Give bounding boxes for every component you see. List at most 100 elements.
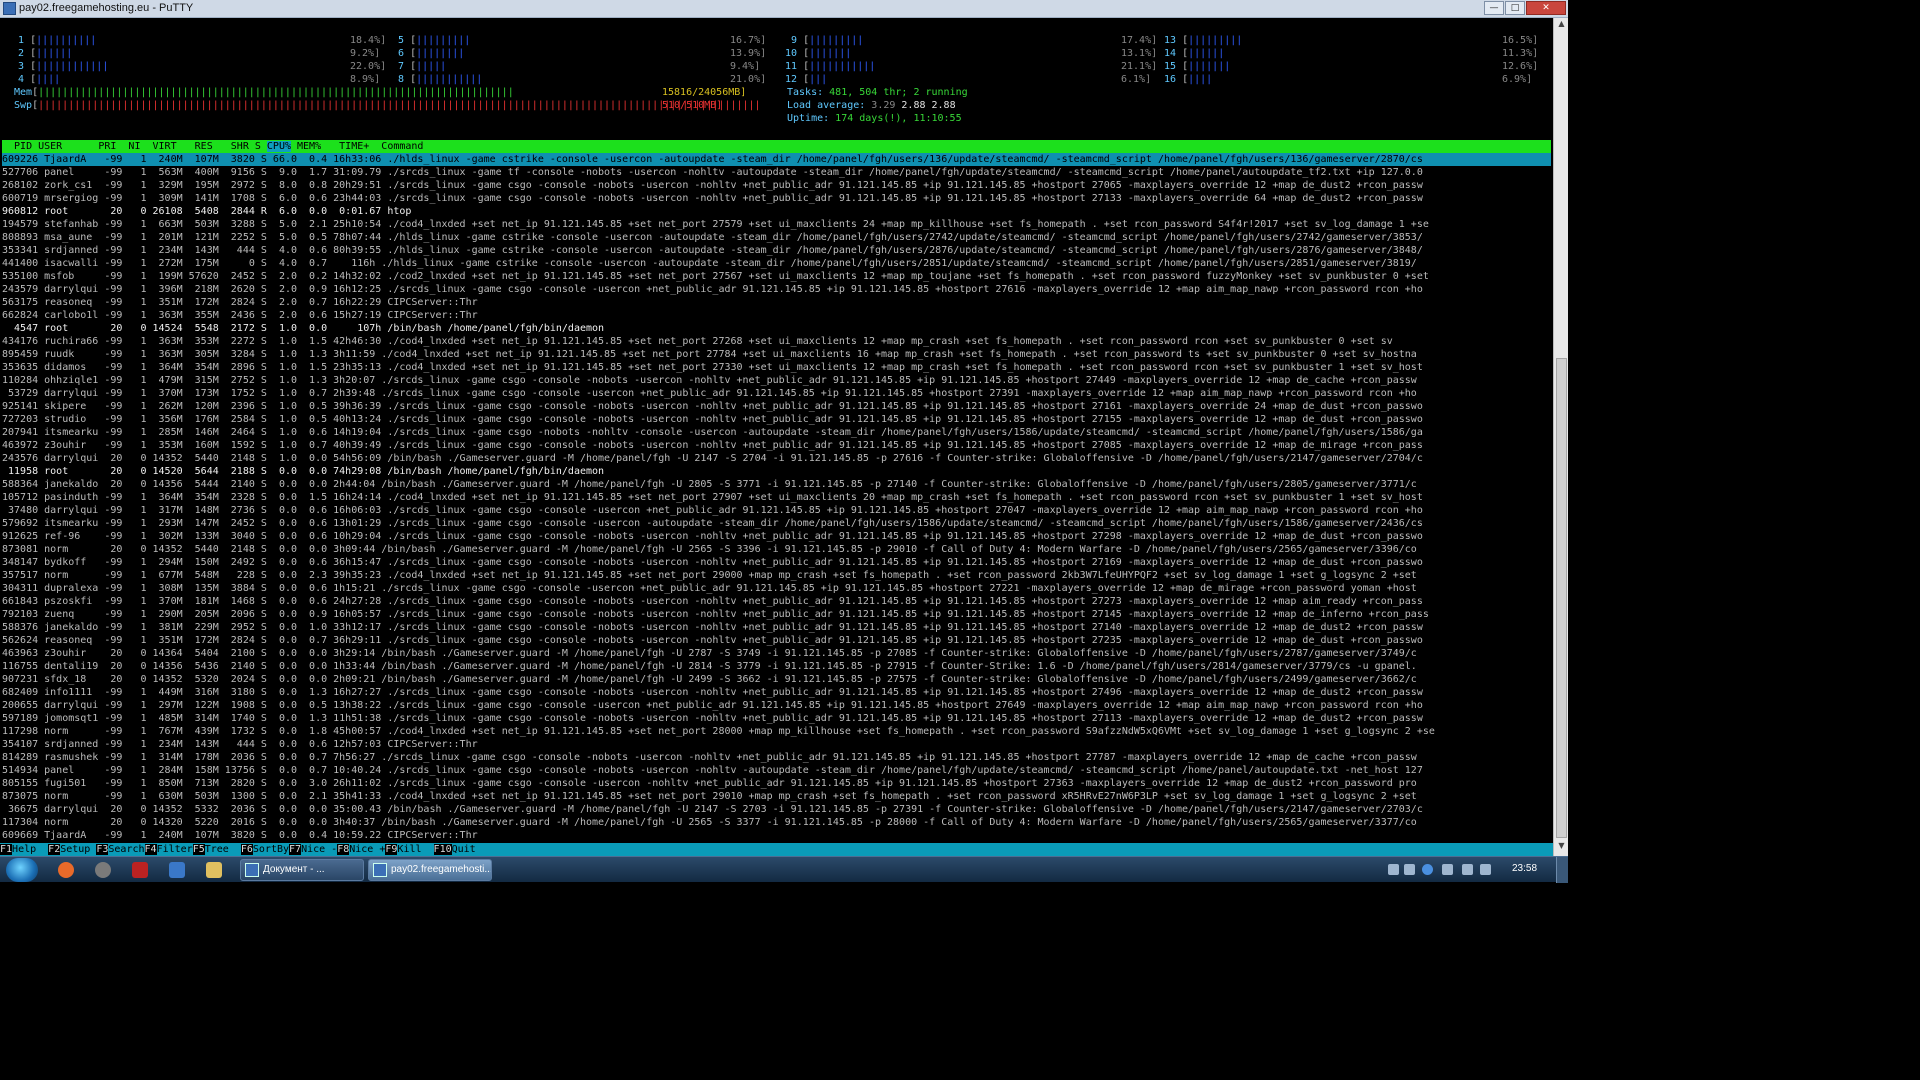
process-row[interactable]: 353341 srdjanned -99 1 234M 143M 444 S 4… (2, 244, 1423, 257)
scroll-up-arrow-icon[interactable]: ▲ (1555, 19, 1568, 33)
tray-gear-icon[interactable] (1388, 864, 1399, 875)
fkey-label[interactable]: Setup (60, 844, 96, 855)
putty-icon[interactable] (3, 2, 16, 15)
process-row[interactable]: 682409 info1111 -99 1 449M 316M 3180 S 0… (2, 686, 1423, 699)
title-bar[interactable]: pay02.freegamehosting.eu - PuTTY — □ ✕ (0, 0, 1568, 18)
fkey-label[interactable]: Quit (452, 844, 488, 855)
media-icon[interactable] (132, 862, 148, 878)
fkey-f5[interactable]: F5 (192, 844, 205, 855)
scroll-thumb[interactable] (1556, 358, 1567, 838)
tray-steam-icon[interactable] (1404, 864, 1415, 875)
sort-column-cpu[interactable]: CPU% (266, 141, 291, 152)
process-row[interactable]: 117298 norm -99 1 767M 439M 1732 S 0.0 1… (2, 725, 1435, 738)
fkey-label[interactable]: Tree (205, 844, 241, 855)
fkey-label[interactable]: Nice + (349, 844, 385, 855)
app-icon[interactable] (95, 862, 111, 878)
process-row[interactable]: 463963 z3ouhir 20 0 14364 5404 2100 S 0.… (2, 647, 1417, 660)
scroll-down-arrow-icon[interactable]: ▼ (1555, 841, 1568, 855)
taskbar-button[interactable]: pay02.freegamehosti... (368, 859, 492, 881)
process-row[interactable]: 463972 z3ouhir -99 1 353M 160M 1592 S 1.… (2, 439, 1423, 452)
process-row[interactable]: 873081 norm 20 0 14352 5440 2148 S 0.0 0… (2, 543, 1417, 556)
process-row[interactable]: 588376 janekaldo -99 1 381M 229M 2952 S … (2, 621, 1423, 634)
fkey-f7[interactable]: F7 (289, 844, 302, 855)
process-row[interactable]: 357517 norm -99 1 677M 548M 228 S 0.0 2.… (2, 569, 1417, 582)
process-row[interactable]: 912625 ref-96 -99 1 302M 133M 3040 S 0.0… (2, 530, 1423, 543)
process-row[interactable]: 37480 darrylqui -99 1 317M 148M 2736 S 0… (2, 504, 1423, 517)
process-row[interactable]: 105712 pasinduth -99 1 364M 354M 2328 S … (2, 491, 1423, 504)
process-row[interactable]: 353635 didamos -99 1 364M 354M 2896 S 1.… (2, 361, 1423, 374)
network-app-icon[interactable] (169, 862, 185, 878)
selected-process-row[interactable]: 609226 TjaardA -99 1 240M 107M 3820 S 66… (2, 153, 1551, 166)
fkey-f10[interactable]: F10 (433, 844, 452, 855)
process-row[interactable]: 661843 pszoskfi -99 1 370M 181M 1468 S 0… (2, 595, 1423, 608)
process-row[interactable]: 600719 mrsergiog -99 1 309M 141M 1708 S … (2, 192, 1423, 205)
show-desktop-button[interactable] (1556, 857, 1568, 883)
fkey-label[interactable]: Nice - (301, 844, 337, 855)
tray-info-icon[interactable] (1422, 864, 1433, 875)
folder-icon[interactable] (206, 862, 222, 878)
scrollbar[interactable]: ▲ ▼ (1553, 18, 1568, 856)
process-row[interactable]: 348147 bydkoff -99 1 294M 150M 2492 S 0.… (2, 556, 1423, 569)
process-row[interactable]: 304311 dupralexa -99 1 308M 135M 3884 S … (2, 582, 1417, 595)
process-row[interactable]: 792103 zuenq -99 1 290M 205M 2096 S 0.0 … (2, 608, 1429, 621)
process-row[interactable]: 110284 ohhziqle1 -99 1 479M 315M 2752 S … (2, 374, 1417, 387)
process-row[interactable]: 441400 isacwalli -99 1 272M 175M 0 S 4.0… (2, 257, 1417, 270)
tray-network-icon[interactable] (1442, 864, 1453, 875)
fkey-f9[interactable]: F9 (385, 844, 398, 855)
process-row[interactable]: 243579 darrylqui -99 1 396M 218M 2620 S … (2, 283, 1423, 296)
fkey-f2[interactable]: F2 (48, 844, 61, 855)
process-row[interactable]: 53729 darrylqui -99 1 370M 173M 1752 S 1… (2, 387, 1417, 400)
process-row[interactable]: 354107 srdjanned -99 1 234M 143M 444 S 0… (2, 738, 478, 751)
process-row[interactable]: 434176 ruchira66 -99 1 363M 353M 2272 S … (2, 335, 1393, 348)
process-row[interactable]: 907231 sfdx_18 20 0 14352 5320 2024 S 0.… (2, 673, 1417, 686)
process-row[interactable]: 805155 fugi501 -99 1 850M 713M 2820 S 0.… (2, 777, 1417, 790)
clock[interactable]: 23:58 (1512, 863, 1537, 874)
firefox-icon[interactable] (58, 862, 74, 878)
process-row[interactable]: 808893 msa_aune -99 1 201M 121M 2252 S 5… (2, 231, 1423, 244)
fkey-label[interactable]: Help (12, 844, 48, 855)
close-button[interactable]: ✕ (1526, 1, 1566, 15)
fkey-label[interactable]: Filter (157, 844, 193, 855)
process-row[interactable]: 588364 janekaldo 20 0 14356 5444 2140 S … (2, 478, 1417, 491)
start-button[interactable] (6, 858, 38, 882)
fkey-label[interactable]: Kill (397, 844, 433, 855)
process-row[interactable]: 960812 root 20 0 26108 5408 2844 R 6.0 0… (2, 205, 411, 218)
process-row[interactable]: 597189 jomomsqt1 -99 1 485M 314M 1740 S … (2, 712, 1423, 725)
fkey-f4[interactable]: F4 (144, 844, 157, 855)
tray-volume-icon[interactable] (1480, 864, 1491, 875)
process-table-header[interactable]: PID USER PRI NI VIRT RES SHR S CPU% MEM%… (2, 140, 1551, 153)
process-row[interactable]: 194579 stefanhab -99 1 663M 503M 3288 S … (2, 218, 1429, 231)
process-row[interactable]: 895459 ruudk -99 1 363M 305M 3284 S 1.0 … (2, 348, 1417, 361)
process-row[interactable]: 11958 root 20 0 14520 5644 2188 S 0.0 0.… (2, 465, 604, 478)
fkey-f3[interactable]: F3 (96, 844, 109, 855)
process-row[interactable]: 814289 rasmushek -99 1 314M 178M 2036 S … (2, 751, 1417, 764)
minimize-button[interactable]: — (1484, 1, 1504, 15)
fkey-f1[interactable]: F1 (0, 844, 13, 855)
process-row[interactable]: 535100 msfob -99 1 199M 57620 2452 S 2.0… (2, 270, 1429, 283)
taskbar-button[interactable]: Документ - ... (240, 859, 364, 881)
process-row[interactable]: 873075 norm -99 1 630M 503M 1300 S 0.0 2… (2, 790, 1417, 803)
process-row[interactable]: 514934 panel -99 1 284M 158M 13756 S 0.0… (2, 764, 1423, 777)
process-row[interactable]: 662824 carlobo1l -99 1 363M 355M 2436 S … (2, 309, 478, 322)
process-row[interactable]: 268102 zork_cs1 -99 1 329M 195M 2972 S 8… (2, 179, 1423, 192)
process-row[interactable]: 527706 panel -99 1 563M 400M 9156 S 9.0 … (2, 166, 1423, 179)
process-row[interactable]: 609669 TjaardA -99 1 240M 107M 3820 S 0.… (2, 829, 478, 842)
terminal-area[interactable]: 1 [|||||||||| 18.4%] 2 [|||||| 9.2%] 3 [||… (0, 18, 1553, 856)
process-row[interactable]: 117304 norm 20 0 14320 5220 2016 S 0.0 0… (2, 816, 1417, 829)
tray-flag-icon[interactable] (1462, 864, 1473, 875)
process-row[interactable]: 36675 darrylqui 20 0 14352 5332 2036 S 0… (2, 803, 1423, 816)
fkey-f6[interactable]: F6 (240, 844, 253, 855)
process-row[interactable]: 4547 root 20 0 14524 5548 2172 S 1.0 0.0… (2, 322, 604, 335)
maximize-button[interactable]: □ (1505, 1, 1525, 15)
fkey-f8[interactable]: F8 (337, 844, 350, 855)
fkey-label[interactable]: Search (108, 844, 144, 855)
process-row[interactable]: 925141 skipere -99 1 262M 120M 2396 S 1.… (2, 400, 1423, 413)
process-row[interactable]: 207941 itsmearku -99 1 285M 146M 2464 S … (2, 426, 1423, 439)
process-row[interactable]: 243576 darrylqui 20 0 14352 5440 2148 S … (2, 452, 1423, 465)
process-row[interactable]: 563175 reasoneq -99 1 351M 172M 2824 S 2… (2, 296, 478, 309)
process-row[interactable]: 200655 darrylqui -99 1 297M 122M 1908 S … (2, 699, 1423, 712)
process-row[interactable]: 562624 reasoneq -99 1 351M 172M 2824 S 0… (2, 634, 1423, 647)
process-row[interactable]: 116755 dentali19 20 0 14356 5436 2140 S … (2, 660, 1417, 673)
fkey-label[interactable]: SortBy (253, 844, 289, 855)
process-row[interactable]: 579692 itsmearku -99 1 293M 147M 2452 S … (2, 517, 1423, 530)
